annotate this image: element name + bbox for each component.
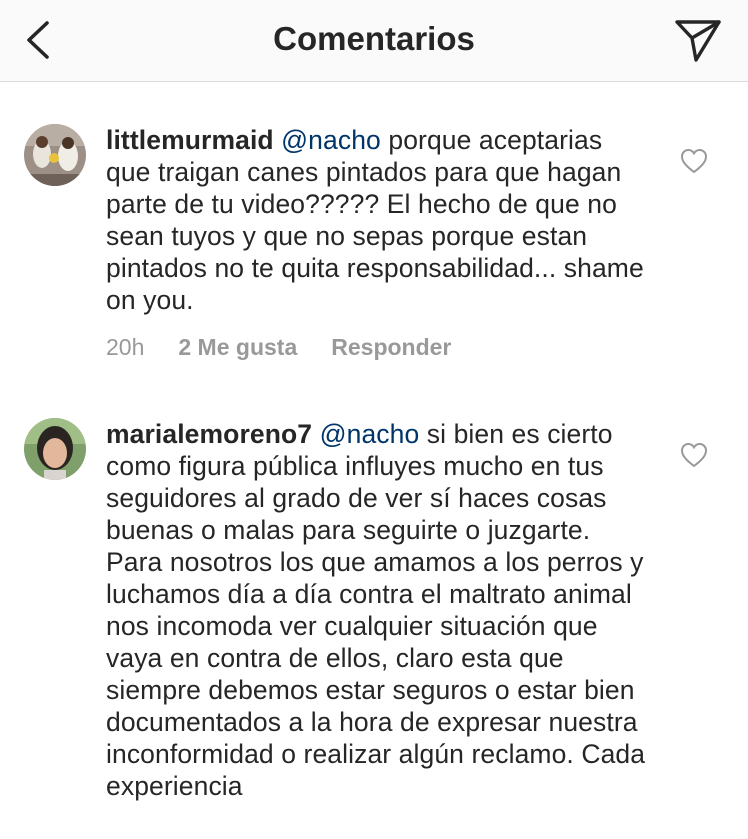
comment-text: marialemoreno7 @nacho si bien es cierto …: [106, 418, 654, 802]
user-avatar[interactable]: [24, 418, 86, 480]
avatar-photo: [24, 124, 86, 186]
comment-text: littlemurmaid @nacho porque aceptarias q…: [106, 124, 654, 316]
likes-count[interactable]: 2 Me gusta: [178, 334, 297, 361]
heart-outline-icon: [680, 148, 708, 174]
avatar-photo: [24, 418, 86, 480]
like-comment-button[interactable]: [680, 442, 708, 468]
user-avatar[interactable]: [24, 124, 86, 186]
page-title: Comentarios: [273, 20, 475, 57]
paper-plane-icon: [675, 20, 721, 62]
comment-username[interactable]: marialemoreno7: [106, 419, 312, 449]
like-comment-button[interactable]: [680, 148, 708, 174]
comment-mention[interactable]: @nacho: [281, 125, 381, 155]
top-navigation-bar: Comentarios: [0, 0, 748, 82]
share-direct-button[interactable]: [672, 14, 724, 66]
heart-outline-icon: [680, 442, 708, 468]
comment-timestamp: 20h: [106, 334, 145, 360]
comment-body: si bien es cierto como figura pública in…: [106, 419, 646, 801]
reply-button[interactable]: Responder: [331, 334, 451, 361]
comment-meta: 20h 2 Me gusta Responder: [106, 334, 451, 361]
comment-username[interactable]: littlemurmaid: [106, 125, 274, 155]
comment-mention[interactable]: @nacho: [320, 419, 420, 449]
